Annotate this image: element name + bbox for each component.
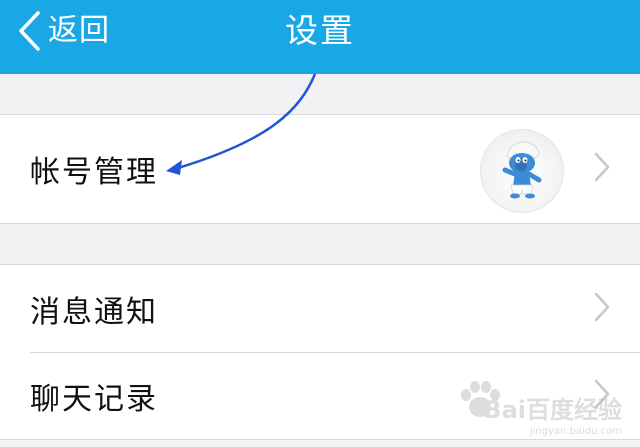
settings-row-label: 消息通知	[30, 294, 158, 330]
avatar	[480, 129, 564, 213]
chevron-right-icon	[594, 292, 610, 326]
chevron-right-icon	[594, 152, 610, 186]
page-title: 设置	[285, 11, 355, 50]
chevron-right-icon	[594, 379, 610, 413]
settings-row-account[interactable]: 帐号管理	[0, 115, 640, 223]
settings-row-chat-history[interactable]: 聊天记录	[0, 352, 640, 439]
general-section: 消息通知 聊天记录	[0, 264, 640, 440]
settings-row-label: 帐号管理	[30, 155, 158, 190]
account-section: 帐号管理	[0, 114, 640, 224]
settings-row-notifications[interactable]: 消息通知	[0, 265, 640, 352]
nav-bar: 返回 设置	[0, 0, 640, 74]
settings-row-label: 聊天记录	[30, 381, 158, 417]
